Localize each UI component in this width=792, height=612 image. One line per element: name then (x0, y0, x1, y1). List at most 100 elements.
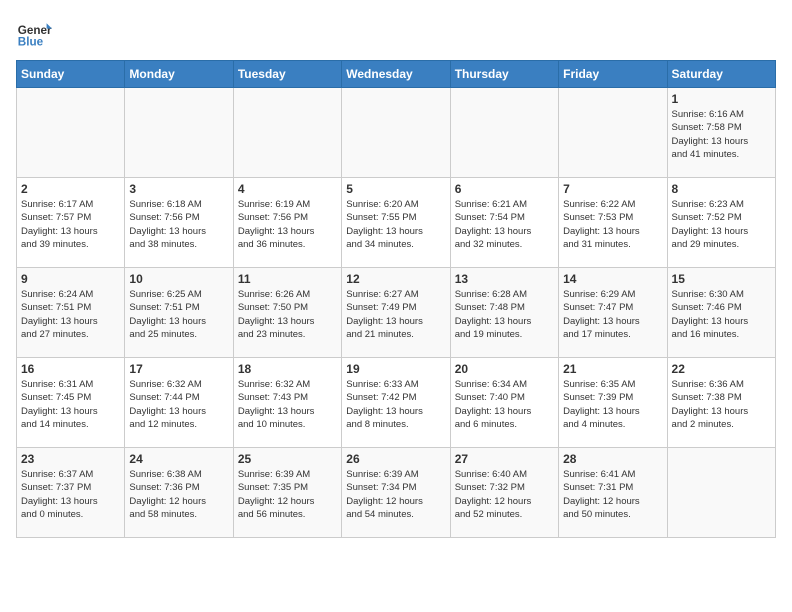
day-cell: 6 Sunrise: 6:21 AM Sunset: 7:54 PM Daylig… (450, 178, 558, 268)
day-number: 16 (21, 362, 120, 376)
week-row-0: 1 Sunrise: 6:16 AM Sunset: 7:58 PM Daylig… (17, 88, 776, 178)
day-cell (233, 88, 341, 178)
calendar-table: SundayMondayTuesdayWednesdayThursdayFrid… (16, 60, 776, 538)
day-number: 17 (129, 362, 228, 376)
column-header-friday: Friday (559, 61, 667, 88)
page-header: General Blue (16, 16, 776, 52)
day-cell (559, 88, 667, 178)
calendar-body: 1 Sunrise: 6:16 AM Sunset: 7:58 PM Daylig… (17, 88, 776, 538)
day-number: 3 (129, 182, 228, 196)
day-number: 5 (346, 182, 445, 196)
header-row: SundayMondayTuesdayWednesdayThursdayFrid… (17, 61, 776, 88)
day-cell (450, 88, 558, 178)
column-header-monday: Monday (125, 61, 233, 88)
day-cell: 28Sunrise: 6:41 AM Sunset: 7:31 PM Dayli… (559, 448, 667, 538)
day-cell: 1 Sunrise: 6:16 AM Sunset: 7:58 PM Daylig… (667, 88, 775, 178)
day-number: 23 (21, 452, 120, 466)
day-number: 24 (129, 452, 228, 466)
day-number: 13 (455, 272, 554, 286)
week-row-4: 23 Sunrise: 6:37 AM Sunset: 7:37 PM Dayli… (17, 448, 776, 538)
day-cell: 4Sunrise: 6:19 AM Sunset: 7:56 PM Daylig… (233, 178, 341, 268)
day-number: 2 (21, 182, 120, 196)
column-header-saturday: Saturday (667, 61, 775, 88)
column-header-tuesday: Tuesday (233, 61, 341, 88)
day-cell: 24 Sunrise: 6:38 AM Sunset: 7:36 PM Dayli… (125, 448, 233, 538)
day-cell: 12Sunrise: 6:27 AM Sunset: 7:49 PM Dayli… (342, 268, 450, 358)
column-header-wednesday: Wednesday (342, 61, 450, 88)
day-number: 19 (346, 362, 445, 376)
day-info: Sunrise: 6:16 AM Sunset: 7:58 PM Dayligh… (672, 108, 771, 161)
day-info: Sunrise: 6:20 AM Sunset: 7:55 PM Dayligh… (346, 198, 445, 251)
day-info: Sunrise: 6:30 AM Sunset: 7:46 PM Dayligh… (672, 288, 771, 341)
day-cell (125, 88, 233, 178)
day-number: 10 (129, 272, 228, 286)
day-cell: 21 Sunrise: 6:35 AM Sunset: 7:39 PM Dayli… (559, 358, 667, 448)
day-number: 6 (455, 182, 554, 196)
column-header-thursday: Thursday (450, 61, 558, 88)
day-info: Sunrise: 6:33 AM Sunset: 7:42 PM Dayligh… (346, 378, 445, 431)
day-cell: 9Sunrise: 6:24 AM Sunset: 7:51 PM Daylig… (17, 268, 125, 358)
day-info: Sunrise: 6:17 AM Sunset: 7:57 PM Dayligh… (21, 198, 120, 251)
day-info: Sunrise: 6:35 AM Sunset: 7:39 PM Dayligh… (563, 378, 662, 431)
day-cell (342, 88, 450, 178)
day-info: Sunrise: 6:41 AM Sunset: 7:31 PM Dayligh… (563, 468, 662, 521)
day-info: Sunrise: 6:34 AM Sunset: 7:40 PM Dayligh… (455, 378, 554, 431)
day-cell: 26 Sunrise: 6:39 AM Sunset: 7:34 PM Dayli… (342, 448, 450, 538)
day-cell: 19 Sunrise: 6:33 AM Sunset: 7:42 PM Dayli… (342, 358, 450, 448)
day-number: 26 (346, 452, 445, 466)
day-info: Sunrise: 6:26 AM Sunset: 7:50 PM Dayligh… (238, 288, 337, 341)
day-cell: 11 Sunrise: 6:26 AM Sunset: 7:50 PM Dayli… (233, 268, 341, 358)
calendar-header: SundayMondayTuesdayWednesdayThursdayFrid… (17, 61, 776, 88)
week-row-2: 9Sunrise: 6:24 AM Sunset: 7:51 PM Daylig… (17, 268, 776, 358)
day-number: 27 (455, 452, 554, 466)
day-number: 18 (238, 362, 337, 376)
day-info: Sunrise: 6:39 AM Sunset: 7:35 PM Dayligh… (238, 468, 337, 521)
day-cell: 2 Sunrise: 6:17 AM Sunset: 7:57 PM Daylig… (17, 178, 125, 268)
day-cell: 25 Sunrise: 6:39 AM Sunset: 7:35 PM Dayli… (233, 448, 341, 538)
day-info: Sunrise: 6:28 AM Sunset: 7:48 PM Dayligh… (455, 288, 554, 341)
day-info: Sunrise: 6:32 AM Sunset: 7:43 PM Dayligh… (238, 378, 337, 431)
day-number: 7 (563, 182, 662, 196)
week-row-1: 2 Sunrise: 6:17 AM Sunset: 7:57 PM Daylig… (17, 178, 776, 268)
week-row-3: 16 Sunrise: 6:31 AM Sunset: 7:45 PM Dayli… (17, 358, 776, 448)
day-info: Sunrise: 6:39 AM Sunset: 7:34 PM Dayligh… (346, 468, 445, 521)
day-number: 20 (455, 362, 554, 376)
day-info: Sunrise: 6:29 AM Sunset: 7:47 PM Dayligh… (563, 288, 662, 341)
day-number: 15 (672, 272, 771, 286)
day-number: 4 (238, 182, 337, 196)
day-info: Sunrise: 6:40 AM Sunset: 7:32 PM Dayligh… (455, 468, 554, 521)
day-info: Sunrise: 6:23 AM Sunset: 7:52 PM Dayligh… (672, 198, 771, 251)
day-number: 25 (238, 452, 337, 466)
logo-icon: General Blue (16, 16, 52, 52)
day-number: 1 (672, 92, 771, 106)
day-info: Sunrise: 6:31 AM Sunset: 7:45 PM Dayligh… (21, 378, 120, 431)
day-cell: 17 Sunrise: 6:32 AM Sunset: 7:44 PM Dayli… (125, 358, 233, 448)
day-cell: 20 Sunrise: 6:34 AM Sunset: 7:40 PM Dayli… (450, 358, 558, 448)
day-number: 22 (672, 362, 771, 376)
day-info: Sunrise: 6:36 AM Sunset: 7:38 PM Dayligh… (672, 378, 771, 431)
day-info: Sunrise: 6:21 AM Sunset: 7:54 PM Dayligh… (455, 198, 554, 251)
day-number: 14 (563, 272, 662, 286)
day-cell: 13 Sunrise: 6:28 AM Sunset: 7:48 PM Dayli… (450, 268, 558, 358)
day-cell (667, 448, 775, 538)
day-number: 11 (238, 272, 337, 286)
day-info: Sunrise: 6:32 AM Sunset: 7:44 PM Dayligh… (129, 378, 228, 431)
day-info: Sunrise: 6:38 AM Sunset: 7:36 PM Dayligh… (129, 468, 228, 521)
day-cell: 14 Sunrise: 6:29 AM Sunset: 7:47 PM Dayli… (559, 268, 667, 358)
day-info: Sunrise: 6:27 AM Sunset: 7:49 PM Dayligh… (346, 288, 445, 341)
day-info: Sunrise: 6:25 AM Sunset: 7:51 PM Dayligh… (129, 288, 228, 341)
day-cell: 15 Sunrise: 6:30 AM Sunset: 7:46 PM Dayli… (667, 268, 775, 358)
day-info: Sunrise: 6:24 AM Sunset: 7:51 PM Dayligh… (21, 288, 120, 341)
logo: General Blue (16, 16, 56, 52)
day-number: 8 (672, 182, 771, 196)
day-cell: 23 Sunrise: 6:37 AM Sunset: 7:37 PM Dayli… (17, 448, 125, 538)
day-cell: 3Sunrise: 6:18 AM Sunset: 7:56 PM Daylig… (125, 178, 233, 268)
svg-text:Blue: Blue (18, 36, 44, 49)
day-cell: 7Sunrise: 6:22 AM Sunset: 7:53 PM Daylig… (559, 178, 667, 268)
day-cell: 18 Sunrise: 6:32 AM Sunset: 7:43 PM Dayli… (233, 358, 341, 448)
day-number: 21 (563, 362, 662, 376)
day-cell: 10 Sunrise: 6:25 AM Sunset: 7:51 PM Dayli… (125, 268, 233, 358)
day-cell (17, 88, 125, 178)
day-info: Sunrise: 6:37 AM Sunset: 7:37 PM Dayligh… (21, 468, 120, 521)
day-cell: 27 Sunrise: 6:40 AM Sunset: 7:32 PM Dayli… (450, 448, 558, 538)
